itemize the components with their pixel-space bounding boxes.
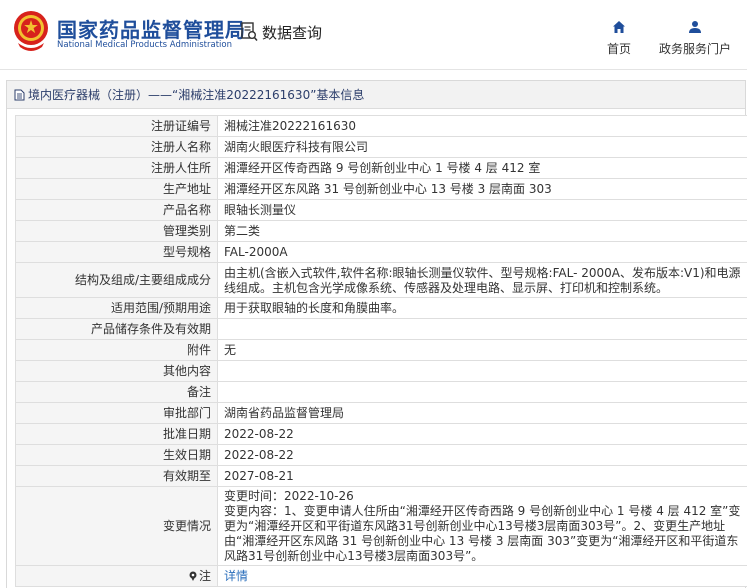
field-value: 湖南省药品监督管理局	[217, 402, 747, 424]
field-label: 其他内容	[15, 360, 218, 382]
nav-gov-services[interactable]: 政务服务门户	[655, 20, 735, 57]
nav-gov-services-label: 政务服务门户	[658, 42, 731, 56]
table-row: 审批部门 湖南省药品监督管理局	[15, 402, 747, 424]
field-label: 生产地址	[15, 178, 218, 200]
field-label: 批准日期	[15, 423, 218, 445]
field-label: 审批部门	[15, 402, 218, 424]
field-value: 用于获取眼轴的长度和角膜曲率。	[217, 297, 747, 319]
table-row: 变更情况 变更时间：2022-10-26 变更内容：1、变更申请人住所由“湘潭经…	[15, 486, 747, 566]
table-row: 产品名称 眼轴长测量仪	[15, 199, 747, 221]
site-subtitle: National Medical Products Administration	[57, 40, 232, 50]
table-row: 其他内容	[15, 360, 747, 382]
field-label: 产品储存条件及有效期	[15, 318, 218, 340]
field-label: 产品名称	[15, 199, 218, 221]
national-emblem-logo[interactable]	[12, 9, 50, 53]
breadcrumb-text: 境内医疗器械（注册）——“湘械注准20222161630”基本信息	[28, 88, 365, 102]
table-row: 注册人住所 湘潭经开区传奇西路 9 号创新创业中心 1 号楼 4 层 412 室	[15, 157, 747, 179]
field-label: 适用范围/预期用途	[15, 297, 218, 319]
table-row: 注册证编号 湘械注准20222161630	[15, 115, 747, 137]
details-link[interactable]: 详情	[224, 569, 248, 583]
table-row: 产品储存条件及有效期	[15, 318, 747, 340]
field-value: 2022-08-22	[217, 444, 747, 466]
field-value	[217, 381, 747, 403]
home-icon	[613, 21, 625, 33]
field-value: 无	[217, 339, 747, 361]
site-header: 国家药品监督管理局 National Medical Products Admi…	[0, 0, 747, 70]
table-row: 批准日期 2022-08-22	[15, 423, 747, 445]
nav-home[interactable]: 首页	[601, 20, 637, 57]
breadcrumb: 境内医疗器械（注册）——“湘械注准20222161630”基本信息	[7, 81, 745, 109]
field-label: 结构及组成/主要组成成分	[15, 262, 218, 298]
field-label: 注册人名称	[15, 136, 218, 158]
field-label: 注册人住所	[15, 157, 218, 179]
nav-home-label: 首页	[606, 42, 631, 56]
detail-panel: 境内医疗器械（注册）——“湘械注准20222161630”基本信息 注册证编号 …	[6, 80, 747, 588]
field-label: 变更情况	[15, 486, 218, 566]
table-row: 适用范围/预期用途 用于获取眼轴的长度和角膜曲率。	[15, 297, 747, 319]
table-row: 型号规格 FAL-2000A	[15, 241, 747, 263]
field-label: 注	[198, 568, 211, 583]
user-icon	[689, 21, 701, 33]
field-value	[217, 360, 747, 382]
field-label: 备注	[15, 381, 218, 403]
field-label: 型号规格	[15, 241, 218, 263]
table-row: 生产地址 湘潭经开区东风路 31 号创新创业中心 13 号楼 3 层南面 303	[15, 178, 747, 200]
field-label: 生效日期	[15, 444, 218, 466]
field-value: 湖南火眼医疗科技有限公司	[217, 136, 747, 158]
field-value: 2027-08-21	[217, 465, 747, 487]
field-value	[217, 318, 747, 340]
table-row: 有效期至 2027-08-21	[15, 465, 747, 487]
field-value: 湘潭经开区东风路 31 号创新创业中心 13 号楼 3 层南面 303	[217, 178, 747, 200]
field-value: FAL-2000A	[217, 241, 747, 263]
search-document-icon	[241, 22, 258, 42]
registration-detail-table: 注册证编号 湘械注准20222161630 注册人名称 湖南火眼医疗科技有限公司…	[15, 115, 747, 587]
data-query-label: 数据查询	[262, 23, 323, 42]
field-value: 由主机(含嵌入式软件,软件名称:眼轴长测量仪软件、型号规格:FAL- 2000A…	[217, 262, 747, 298]
field-label: 附件	[15, 339, 218, 361]
table-row: 注册人名称 湖南火眼医疗科技有限公司	[15, 136, 747, 158]
table-row: 生效日期 2022-08-22	[15, 444, 747, 466]
change-history-value: 变更时间：2022-10-26 变更内容：1、变更申请人住所由“湘潭经开区传奇西…	[217, 486, 747, 566]
field-value: 湘械注准20222161630	[217, 115, 747, 137]
note-label-cell: 注	[15, 565, 218, 587]
field-value: 湘潭经开区传奇西路 9 号创新创业中心 1 号楼 4 层 412 室	[217, 157, 747, 179]
data-query-link[interactable]: 数据查询	[241, 21, 322, 43]
table-row: 备注	[15, 381, 747, 403]
field-label: 注册证编号	[15, 115, 218, 137]
field-label: 有效期至	[15, 465, 218, 487]
site-title: 国家药品监督管理局	[57, 18, 246, 42]
table-row: 结构及组成/主要组成成分 由主机(含嵌入式软件,软件名称:眼轴长测量仪软件、型号…	[15, 262, 747, 298]
field-value: 第二类	[217, 220, 747, 242]
field-value: 眼轴长测量仪	[217, 199, 747, 221]
table-row: 管理类别 第二类	[15, 220, 747, 242]
note-value-cell: 详情	[217, 565, 747, 587]
document-icon	[14, 89, 25, 100]
table-row: 附件 无	[15, 339, 747, 361]
field-label: 管理类别	[15, 220, 218, 242]
table-row: 注 详情	[15, 565, 747, 587]
field-value: 2022-08-22	[217, 423, 747, 445]
info-icon	[189, 571, 197, 581]
